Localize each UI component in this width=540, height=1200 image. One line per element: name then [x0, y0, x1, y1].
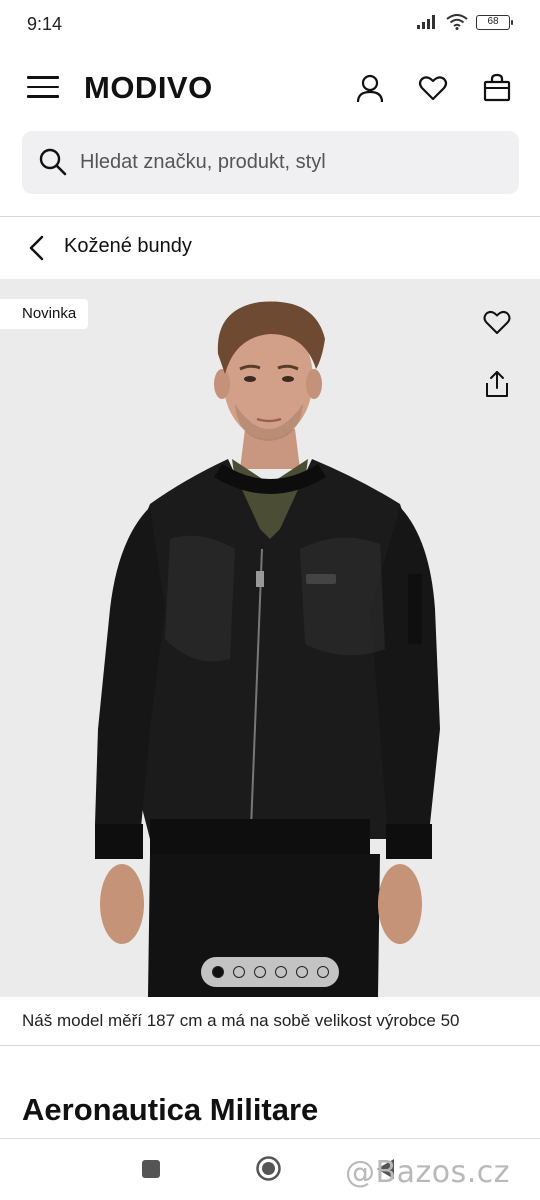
bag-icon[interactable]: [481, 72, 513, 104]
system-nav-bar: @Bazos.cz: [0, 1138, 540, 1200]
product-gallery[interactable]: Novinka: [0, 279, 540, 997]
wifi-icon: [446, 14, 468, 30]
pagination-dot[interactable]: [274, 966, 287, 978]
status-icons: 68: [416, 14, 513, 30]
app-header: MODIVO: [0, 58, 540, 120]
pagination-dot[interactable]: [253, 966, 266, 978]
gallery-pagination: [201, 957, 339, 987]
model-size-note: Náš model měří 187 cm a má na sobě velik…: [22, 1011, 460, 1030]
pagination-dot[interactable]: [316, 966, 329, 978]
new-badge: Novinka: [0, 299, 89, 329]
watermark: @Bazos.cz: [345, 1155, 510, 1190]
pagination-dot[interactable]: [211, 966, 224, 978]
search-icon: [39, 148, 67, 176]
search-bar[interactable]: [22, 131, 519, 194]
signal-icon: [417, 15, 435, 29]
wishlist-heart-icon[interactable]: [482, 307, 512, 337]
breadcrumb-label: Kožené bundy: [64, 235, 192, 257]
recent-apps-icon[interactable]: [141, 1159, 161, 1179]
home-icon[interactable]: [255, 1155, 282, 1182]
search-input[interactable]: [80, 131, 500, 194]
status-time: 9:14: [27, 14, 63, 34]
divider: [0, 216, 540, 217]
product-brand[interactable]: Aeronautica Militare: [22, 1092, 318, 1128]
product-image[interactable]: [0, 279, 540, 997]
menu-icon[interactable]: [27, 76, 59, 100]
chevron-left-icon: [29, 235, 44, 261]
share-icon[interactable]: [482, 369, 512, 399]
user-icon[interactable]: [354, 72, 386, 104]
pagination-dot[interactable]: [295, 966, 308, 978]
breadcrumb[interactable]: Kožené bundy: [0, 218, 540, 278]
logo[interactable]: MODIVO: [84, 70, 213, 106]
battery-icon: 68: [476, 14, 513, 30]
divider: [0, 1045, 540, 1046]
heart-icon[interactable]: [417, 72, 449, 104]
status-bar: 9:14 68: [0, 0, 540, 50]
pagination-dot[interactable]: [232, 966, 245, 978]
